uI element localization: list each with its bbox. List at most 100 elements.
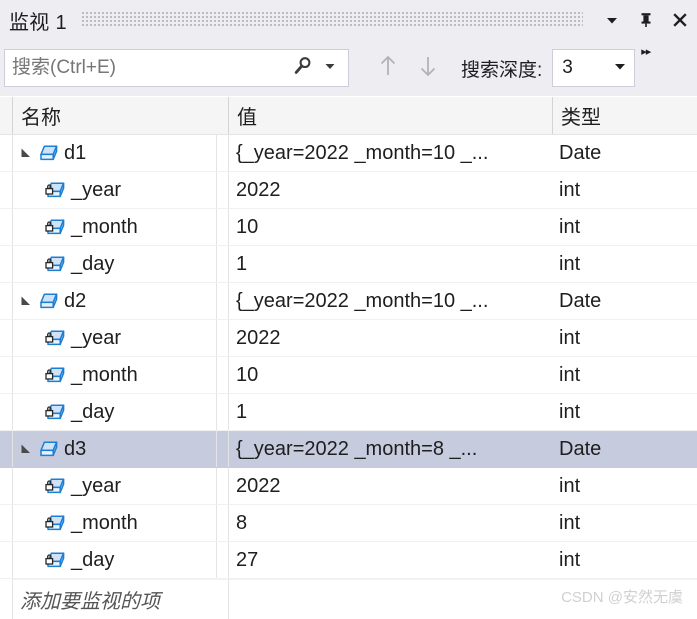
pin-button[interactable]: [629, 3, 663, 37]
row-value-cell[interactable]: 1: [229, 246, 551, 282]
row-type-cell: int: [559, 511, 581, 534]
column-header-name[interactable]: 名称: [13, 97, 228, 134]
window-titlebar: 监视 1: [0, 0, 697, 40]
footer-name-divider: [228, 579, 229, 619]
row-name-label: _month: [71, 511, 138, 534]
row-name-cell[interactable]: _month: [13, 209, 227, 245]
table-row[interactable]: _year 2022 int: [0, 320, 697, 357]
row-value-cell[interactable]: 10: [229, 357, 551, 393]
close-button[interactable]: [663, 3, 697, 37]
row-name-divider: [228, 283, 229, 319]
expander-toggle[interactable]: [17, 283, 35, 319]
row-type-cell: int: [559, 548, 581, 571]
row-name-divider: [228, 172, 229, 208]
add-watch-item-placeholder: 添加要监视的项: [20, 590, 160, 613]
search-input[interactable]: [5, 50, 284, 86]
row-value-cell[interactable]: {_year=2022 _month=10 _...: [229, 283, 551, 319]
search-depth-label: 搜索深度:: [461, 59, 543, 81]
footer-gutter-divider: [12, 579, 13, 619]
row-gutter-divider: [12, 357, 13, 393]
row-value-cell[interactable]: 27: [229, 542, 551, 578]
row-name-cell[interactable]: _month: [13, 505, 227, 541]
row-name-cell[interactable]: d2: [13, 283, 227, 319]
row-name-cell[interactable]: _year: [13, 468, 227, 504]
row-name-divider: [228, 468, 229, 504]
row-name-label: _day: [71, 400, 115, 423]
row-name-cell[interactable]: _day: [13, 394, 227, 430]
row-gutter-divider: [12, 135, 13, 171]
private-field-icon: [44, 402, 68, 422]
row-value-cell[interactable]: 2022: [229, 320, 551, 356]
row-name-cell[interactable]: _year: [13, 320, 227, 356]
row-name-divider: [228, 394, 229, 430]
row-type-cell: int: [559, 178, 581, 201]
chevron-down-icon: [604, 12, 620, 28]
row-name-label: _day: [71, 252, 115, 275]
row-type-cell: int: [559, 252, 581, 275]
table-row[interactable]: d2 {_year=2022 _month=10 _... Date: [0, 283, 697, 320]
row-name-divider: [228, 209, 229, 245]
row-value-cell[interactable]: {_year=2022 _month=8 _...: [229, 431, 551, 467]
table-row[interactable]: _year 2022 int: [0, 468, 697, 505]
row-name-cell[interactable]: d3: [13, 431, 227, 467]
row-name-cell[interactable]: _day: [13, 542, 227, 578]
row-value-cell[interactable]: 2022: [229, 172, 551, 208]
table-row[interactable]: _month 8 int: [0, 505, 697, 542]
chevron-down-icon: [613, 59, 627, 78]
table-row[interactable]: _day 1 int: [0, 246, 697, 283]
table-row[interactable]: _year 2022 int: [0, 172, 697, 209]
column-header-value[interactable]: 值: [229, 97, 552, 134]
window-dropdown-button[interactable]: [595, 3, 629, 37]
arrow-down-icon: [417, 53, 439, 83]
row-name-label: d2: [64, 289, 87, 312]
search-previous-button[interactable]: [371, 48, 405, 88]
private-field-icon: [44, 365, 68, 385]
row-value-cell[interactable]: 8: [229, 505, 551, 541]
search-button[interactable]: [288, 53, 318, 83]
row-value-cell[interactable]: 1: [229, 394, 551, 430]
expander-toggle[interactable]: [17, 431, 35, 467]
table-row[interactable]: d3 {_year=2022 _month=8 _... Date: [0, 431, 697, 468]
search-box[interactable]: [4, 49, 349, 87]
row-name-label: d3: [64, 437, 87, 460]
table-row[interactable]: _month 10 int: [0, 209, 697, 246]
private-field-icon: [44, 180, 68, 200]
row-gutter-divider: [12, 283, 13, 319]
row-type-cell: Date: [559, 289, 602, 312]
row-value-cell[interactable]: {_year=2022 _month=10 _...: [229, 135, 551, 171]
watch-window: 监视 1 搜索(Ctrl+E) 搜索深度: 3 ▸▸ 名称 值 类型 d1 {_…: [0, 0, 697, 619]
private-field-icon: [44, 550, 68, 570]
row-name-cell[interactable]: _day: [13, 246, 227, 282]
row-name-cell[interactable]: d1: [13, 135, 227, 171]
table-row[interactable]: d1 {_year=2022 _month=10 _... Date: [0, 135, 697, 172]
column-header-type[interactable]: 类型: [553, 97, 697, 134]
arrow-up-icon: [377, 53, 399, 83]
search-depth-combobox[interactable]: 3: [552, 49, 636, 87]
table-row[interactable]: _day 27 int: [0, 542, 697, 579]
private-field-icon: [44, 217, 68, 237]
row-value-cell[interactable]: 10: [229, 209, 551, 245]
page-title: 监视 1: [9, 11, 67, 34]
row-gutter-divider: [12, 505, 13, 541]
close-icon: [670, 10, 690, 30]
table-row[interactable]: _month 10 int: [0, 357, 697, 394]
watch-grid: 名称 值 类型 d1 {_year=2022 _month=10 _... Date…: [0, 96, 697, 619]
search-next-button[interactable]: [411, 48, 445, 88]
row-name-divider: [228, 135, 229, 171]
toolbar-overflow-button[interactable]: ▸▸: [641, 47, 651, 58]
expander-toggle[interactable]: [17, 135, 35, 171]
row-name-label: _year: [71, 326, 122, 349]
table-row[interactable]: _day 1 int: [0, 394, 697, 431]
row-value-cell[interactable]: 2022: [229, 468, 551, 504]
row-name-label: _month: [71, 215, 138, 238]
row-gutter-divider: [12, 468, 13, 504]
private-field-icon: [44, 254, 68, 274]
object-icon: [37, 439, 61, 459]
add-watch-item-row[interactable]: 添加要监视的项 CSDN @安然无虞: [0, 579, 697, 619]
row-name-cell[interactable]: _year: [13, 172, 227, 208]
row-name-label: _year: [71, 474, 122, 497]
search-options-dropdown[interactable]: [320, 53, 340, 83]
row-name-cell[interactable]: _month: [13, 357, 227, 393]
drag-handle[interactable]: [80, 12, 583, 28]
row-gutter-divider: [12, 542, 13, 578]
